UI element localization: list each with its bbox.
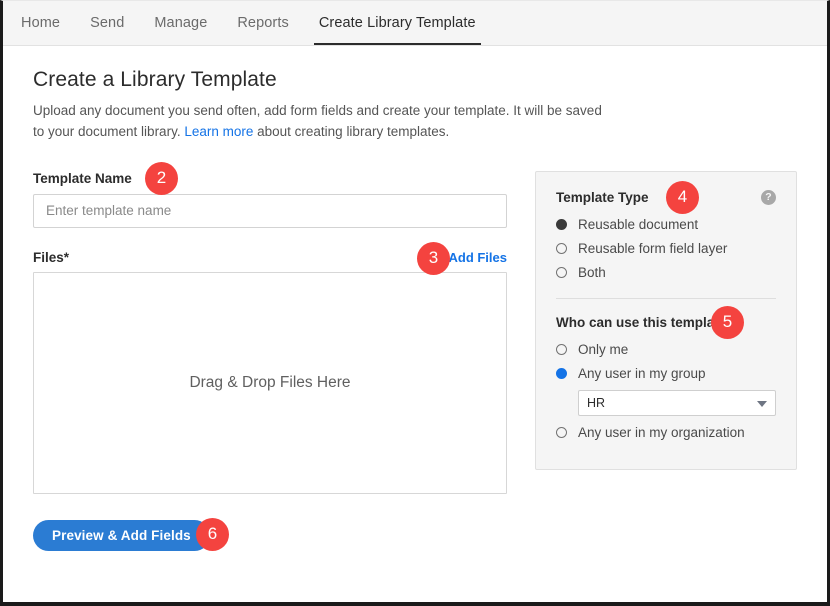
who-can-use-heading: Who can use this template (556, 315, 726, 330)
radio-any-user-in-my-group[interactable]: Any user in my group (556, 366, 776, 381)
nav-tab-label: Create Library Template (319, 15, 476, 31)
nav-tab-manage[interactable]: Manage (139, 1, 222, 45)
footer-actions: Preview & Add Fields 6 (3, 494, 827, 551)
learn-more-link[interactable]: Learn more (184, 124, 253, 139)
radio-label: Reusable form field layer (578, 241, 727, 256)
callout-badge-4: 4 (666, 181, 699, 214)
left-column: Template Name 2 Files * Add Files 3 Drag… (33, 171, 507, 494)
template-name-input[interactable] (33, 194, 507, 228)
files-label-row: Files * Add Files 3 (33, 250, 507, 265)
nav-tab-reports[interactable]: Reports (222, 1, 303, 45)
radio-indicator-icon (556, 219, 567, 230)
template-type-heading-row: Template Type ? 4 (556, 190, 776, 205)
radio-indicator-icon (556, 243, 567, 254)
group-select-value: HR (587, 396, 605, 410)
nav-tab-send[interactable]: Send (75, 1, 139, 45)
right-column: Template Type ? 4 Reusable document Reus… (535, 171, 797, 470)
panel-divider (556, 298, 776, 299)
page-description-text-2: about creating library templates. (253, 124, 449, 139)
nav-tab-label: Send (90, 15, 124, 31)
form-columns: Template Name 2 Files * Add Files 3 Drag… (33, 171, 797, 494)
files-label: Files (33, 250, 64, 265)
radio-only-me[interactable]: Only me (556, 342, 776, 357)
radio-label: Reusable document (578, 217, 698, 232)
radio-label: Any user in my organization (578, 425, 745, 440)
radio-label: Only me (578, 342, 628, 357)
radio-any-user-in-my-organization[interactable]: Any user in my organization (556, 425, 776, 440)
add-files-link[interactable]: Add Files (448, 250, 507, 265)
radio-indicator-icon (556, 344, 567, 355)
nav-tab-create-library-template[interactable]: Create Library Template (304, 1, 491, 45)
nav-tab-label: Manage (154, 15, 207, 31)
radio-label: Any user in my group (578, 366, 706, 381)
who-can-use-heading-row: Who can use this template 5 (556, 315, 776, 330)
file-dropzone[interactable]: Drag & Drop Files Here (33, 272, 507, 494)
callout-badge-3: 3 (417, 242, 450, 275)
radio-label: Both (578, 265, 606, 280)
template-settings-panel: Template Type ? 4 Reusable document Reus… (535, 171, 797, 470)
template-type-heading: Template Type (556, 190, 649, 205)
help-icon[interactable]: ? (761, 190, 776, 205)
radio-reusable-form-field-layer[interactable]: Reusable form field layer (556, 241, 776, 256)
dropzone-label: Drag & Drop Files Here (189, 374, 350, 392)
page-content: Create a Library Template Upload any doc… (3, 46, 827, 494)
nav-tab-label: Reports (237, 15, 288, 31)
nav-tab-home[interactable]: Home (6, 1, 75, 45)
group-select[interactable]: HR (578, 390, 776, 416)
page-description: Upload any document you send often, add … (33, 101, 613, 143)
radio-reusable-document[interactable]: Reusable document (556, 217, 776, 232)
group-select-wrapper: HR (578, 390, 776, 416)
nav-tab-label: Home (21, 15, 60, 31)
application-window: Home Send Manage Reports Create Library … (0, 0, 830, 606)
radio-both[interactable]: Both (556, 265, 776, 280)
preview-add-fields-button[interactable]: Preview & Add Fields (33, 520, 210, 551)
files-required-marker: * (64, 250, 69, 265)
main-navigation-bar: Home Send Manage Reports Create Library … (3, 1, 827, 46)
page-title: Create a Library Template (33, 68, 797, 92)
callout-badge-2: 2 (145, 162, 178, 195)
radio-indicator-icon (556, 427, 567, 438)
template-name-label: Template Name (33, 171, 132, 186)
radio-indicator-icon (556, 267, 567, 278)
radio-indicator-icon (556, 368, 567, 379)
template-name-label-row: Template Name 2 (33, 171, 507, 186)
